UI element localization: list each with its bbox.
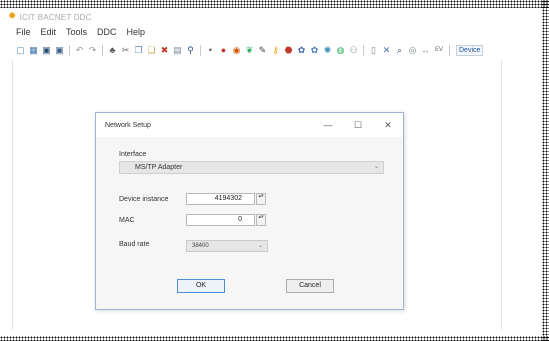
window-controls: — ☐ ✕ [313, 113, 403, 137]
interface-select[interactable]: MS/TP Adapter ⌄ [119, 161, 384, 174]
app-title: ICIT BACNET DDC [19, 12, 92, 22]
device-instance-input[interactable]: 4194302 [186, 193, 255, 205]
dot-icon[interactable]: • [205, 45, 216, 56]
lock-icon[interactable]: ⬣ [283, 45, 294, 56]
cut-icon[interactable]: ✂ [120, 45, 131, 56]
interface-label: Interface [119, 151, 147, 158]
menu-ddc[interactable]: DDC [97, 27, 117, 39]
menu-file[interactable]: File [16, 27, 31, 39]
grid-icon[interactable]: ▦ [28, 45, 39, 56]
expand-icon[interactable]: ↔ [420, 45, 431, 56]
ev-label[interactable]: EV [433, 45, 445, 56]
new-icon[interactable]: ▢ [15, 45, 26, 56]
network-icon[interactable]: ♣ [107, 45, 118, 56]
top-border [0, 0, 549, 8]
bar-icon[interactable]: ▯ [368, 45, 379, 56]
app-logo-icon: ✹ [8, 11, 17, 22]
toolbar-separator [363, 44, 364, 56]
menubar: File Edit Tools DDC Help [16, 27, 145, 39]
mac-input[interactable]: 0 [186, 214, 255, 226]
table-icon[interactable]: ▤ [172, 45, 183, 56]
device-button[interactable]: Device [456, 44, 484, 56]
toolbar-separator [200, 44, 201, 56]
menu-tools[interactable]: Tools [66, 27, 87, 39]
tools-icon[interactable]: ✕ [381, 45, 392, 56]
redo-icon[interactable]: ↷ [87, 45, 98, 56]
refresh-icon[interactable]: ✺ [322, 45, 333, 56]
mac-spinner[interactable]: ▴▾ [256, 214, 266, 226]
device-instance-spinner[interactable]: ▴▾ [256, 193, 266, 205]
minimize-icon[interactable]: — [313, 113, 343, 137]
toolbar-separator [449, 44, 450, 56]
zoom-icon[interactable]: ⌕ [394, 45, 405, 56]
dialog-titlebar: Network Setup — ☐ ✕ [96, 113, 403, 137]
circle-icon[interactable]: ◉ [231, 45, 242, 56]
copy-icon[interactable]: ❐ [133, 45, 144, 56]
leaf-icon[interactable]: ❦ [244, 45, 255, 56]
interface-value: MS/TP Adapter [135, 164, 183, 171]
toolbar-separator [102, 44, 103, 56]
search-icon[interactable]: ⚲ [185, 45, 196, 56]
bottom-border [0, 336, 549, 341]
toolbar-separator [69, 44, 70, 56]
network-setup-dialog: Network Setup — ☐ ✕ Interface MS/TP Adap… [95, 112, 404, 310]
menu-help[interactable]: Help [127, 27, 146, 39]
toolbar: ▢ ▦ ▣ ▣ ↶ ↷ ♣ ✂ ❐ ❏ ✖ ▤ ⚲ • ● ◉ ❦ ✎ ⚷ ⬣ ✿ ✿ ✺ ◍ ⚇ ▯ ✕ ⌕ ◎ ↔ EV Device [15, 42, 543, 58]
save-all-icon[interactable]: ▣ [54, 45, 65, 56]
globe-icon[interactable]: ◍ [335, 45, 346, 56]
close-icon[interactable]: ✕ [373, 113, 403, 137]
chevron-down-icon: ⌄ [257, 243, 263, 249]
record-icon[interactable]: ● [218, 45, 229, 56]
paste-icon[interactable]: ❏ [146, 45, 157, 56]
mac-label: MAC [119, 217, 135, 224]
save-icon[interactable]: ▣ [41, 45, 52, 56]
menu-edit[interactable]: Edit [41, 27, 57, 39]
baud-rate-label: Baud rate [119, 241, 150, 248]
baud-rate-value: 38400 [192, 243, 209, 249]
undo-icon[interactable]: ↶ [74, 45, 85, 56]
delete-icon[interactable]: ✖ [159, 45, 170, 56]
users-icon[interactable]: ⚇ [348, 45, 359, 56]
right-border [542, 0, 549, 341]
ok-button[interactable]: OK [177, 279, 225, 293]
maximize-icon[interactable]: ☐ [343, 113, 373, 137]
baud-rate-select[interactable]: 38400 ⌄ [186, 240, 268, 252]
key-icon[interactable]: ⚷ [270, 45, 281, 56]
cancel-button[interactable]: Cancel [286, 279, 334, 293]
device-instance-label: Device instance [119, 196, 169, 203]
chevron-down-icon: ⌄ [373, 164, 379, 170]
pen-icon[interactable]: ✎ [257, 45, 268, 56]
gear-icon[interactable]: ✿ [296, 45, 307, 56]
settings-icon[interactable]: ✿ [309, 45, 320, 56]
dialog-title: Network Setup [105, 121, 151, 129]
app-title-bar: ✹ ICIT BACNET DDC [8, 11, 92, 23]
target-icon[interactable]: ◎ [407, 45, 418, 56]
